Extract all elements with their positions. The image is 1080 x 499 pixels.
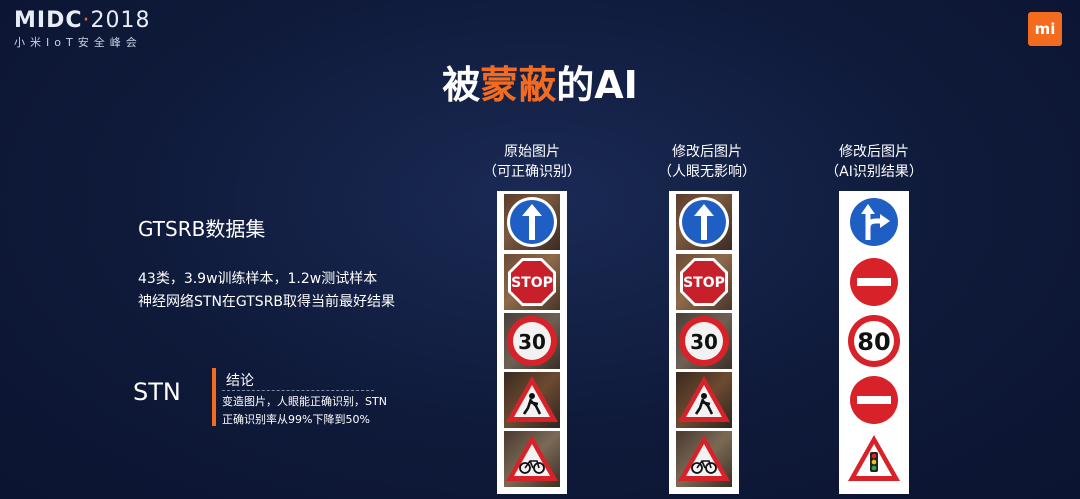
conclusion-body: 变造图片，人眼能正确识别，STN 正确识别率从99%下降到50% [222, 393, 387, 429]
conclusion-title: 结论 [226, 373, 254, 389]
stop-sign: STOP [676, 254, 732, 310]
title-highlight: 蒙蔽 [480, 63, 557, 107]
stats-line-1: 43类，3.9w训练样本，1.2w测试样本 [138, 271, 378, 287]
conclusion-line-1: 变造图片，人眼能正确识别，STN [222, 395, 387, 408]
road-work-sign [676, 372, 732, 428]
column-header-line2: （人眼无影响） [658, 164, 756, 180]
column-header-original: 原始图片 （可正确识别） [452, 142, 612, 182]
speed-30-text: 30 [690, 330, 718, 354]
conclusion-divider [222, 390, 374, 391]
column-header-line1: 修改后图片 [839, 144, 909, 160]
speed-80-text: 80 [857, 328, 890, 356]
mi-logo-icon: mi [1028, 12, 1062, 46]
original-images-panel: STOP 30 [497, 191, 567, 494]
no-entry-sign [846, 254, 902, 310]
logo-year: 2018 [90, 8, 151, 33]
column-header-line1: 修改后图片 [672, 144, 742, 160]
column-header-line1: 原始图片 [504, 144, 560, 160]
modified-images-panel: STOP 30 [669, 191, 739, 494]
logo-subtitle: 小米IoT安全峰会 [14, 36, 142, 49]
stop-sign-text: STOP [511, 275, 553, 291]
stats-line-2: 神经网络STN在GTSRB取得当前最好结果 [138, 294, 396, 310]
logo-dot: · [82, 8, 91, 33]
speed-30-text: 30 [518, 330, 546, 354]
ahead-or-right-sign [846, 194, 902, 250]
bicycle-crossing-sign [504, 431, 560, 487]
conclusion-accent-bar [212, 368, 216, 426]
speed-limit-30-sign: 30 [504, 313, 560, 369]
ahead-only-sign [676, 194, 732, 250]
slide-title: 被蒙蔽的AI [0, 54, 1080, 109]
conclusion-line-2: 正确识别率从99%下降到50% [222, 413, 370, 426]
column-header-ai-result: 修改后图片 （AI识别结果） [794, 142, 954, 182]
ai-result-panel: 80 [839, 191, 909, 494]
speed-limit-80-sign: 80 [846, 313, 902, 369]
bicycle-crossing-sign [676, 431, 732, 487]
column-header-modified: 修改后图片 （人眼无影响） [627, 142, 787, 182]
dataset-name: GTSRB数据集 [138, 217, 266, 241]
title-part1: 被 [442, 63, 481, 107]
no-entry-sign [846, 372, 902, 428]
stn-label: STN [133, 378, 181, 406]
traffic-signals-warning-sign [846, 431, 902, 487]
speed-limit-30-sign: 30 [676, 313, 732, 369]
ahead-only-sign [504, 194, 560, 250]
logo-brand: MIDC [14, 8, 83, 33]
stop-sign-text: STOP [683, 275, 725, 291]
dataset-stats: 43类，3.9w训练样本，1.2w测试样本 神经网络STN在GTSRB取得当前最… [138, 268, 395, 314]
title-part2: 的AI [556, 63, 638, 107]
stop-sign: STOP [504, 254, 560, 310]
midc-logo: MIDC·2018 小米IoT安全峰会 [14, 8, 151, 50]
column-header-line2: （可正确识别） [483, 164, 581, 180]
column-header-line2: （AI识别结果） [825, 164, 923, 180]
road-work-sign [504, 372, 560, 428]
